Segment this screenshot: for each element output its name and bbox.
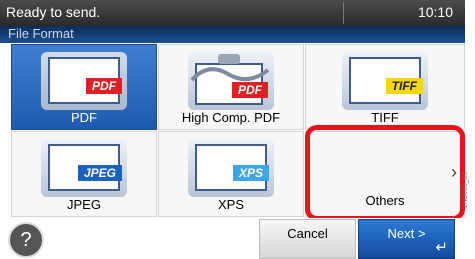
enter-icon: ↵ bbox=[435, 239, 448, 256]
document-icon: PDF bbox=[48, 57, 122, 104]
status-message: Ready to send. bbox=[6, 4, 101, 20]
format-tile-pdf[interactable]: PDF PDF bbox=[11, 44, 157, 130]
figure-code: 2N0063_00 bbox=[462, 171, 469, 208]
format-label-pdf: PDF bbox=[71, 110, 97, 125]
document-icon: XPS bbox=[195, 144, 269, 191]
document-icon: JPEG bbox=[48, 144, 122, 191]
compression-clamp-icon bbox=[190, 54, 270, 105]
format-tile-high-comp-pdf[interactable]: PDF High Comp. PDF bbox=[158, 44, 304, 130]
format-label-high-comp-pdf: High Comp. PDF bbox=[181, 110, 281, 125]
status-divider bbox=[343, 2, 344, 24]
tiff-file-icon: TIFF bbox=[342, 52, 428, 110]
document-icon: TIFF bbox=[349, 57, 423, 104]
compressed-pdf-icon: PDF bbox=[188, 52, 274, 110]
xps-badge: XPS bbox=[232, 165, 269, 181]
jpeg-badge: JPEG bbox=[77, 165, 122, 181]
format-tile-jpeg[interactable]: JPEG JPEG bbox=[11, 131, 157, 217]
format-label-others: Others bbox=[365, 193, 405, 208]
status-bar: Ready to send. 10:10 bbox=[0, 0, 465, 26]
format-tile-others[interactable]: Others bbox=[305, 131, 465, 217]
pdf-badge: PDF bbox=[86, 78, 122, 94]
format-label-tiff: TIFF bbox=[371, 110, 399, 125]
next-button[interactable]: Next > ↵ bbox=[358, 219, 455, 259]
format-tile-xps[interactable]: XPS XPS bbox=[158, 131, 304, 217]
chevron-right-icon: › bbox=[451, 162, 457, 182]
jpeg-file-icon: JPEG bbox=[41, 139, 127, 197]
status-time: 10:10 bbox=[417, 4, 453, 20]
screen-title-bar: File Format bbox=[0, 26, 465, 43]
pdf-file-icon: PDF bbox=[41, 52, 127, 110]
format-tile-tiff[interactable]: TIFF TIFF bbox=[305, 44, 465, 130]
screen-title: File Format bbox=[8, 26, 74, 41]
cancel-button[interactable]: Cancel bbox=[259, 219, 356, 259]
format-label-jpeg: JPEG bbox=[67, 197, 101, 212]
tiff-badge: TIFF bbox=[385, 78, 423, 94]
xps-file-icon: XPS bbox=[188, 139, 274, 197]
format-label-xps: XPS bbox=[217, 197, 244, 212]
help-button[interactable]: ? bbox=[8, 222, 44, 258]
high-comp-pdf-badge: PDF bbox=[232, 82, 268, 98]
next-button-label: Next > bbox=[387, 226, 426, 241]
